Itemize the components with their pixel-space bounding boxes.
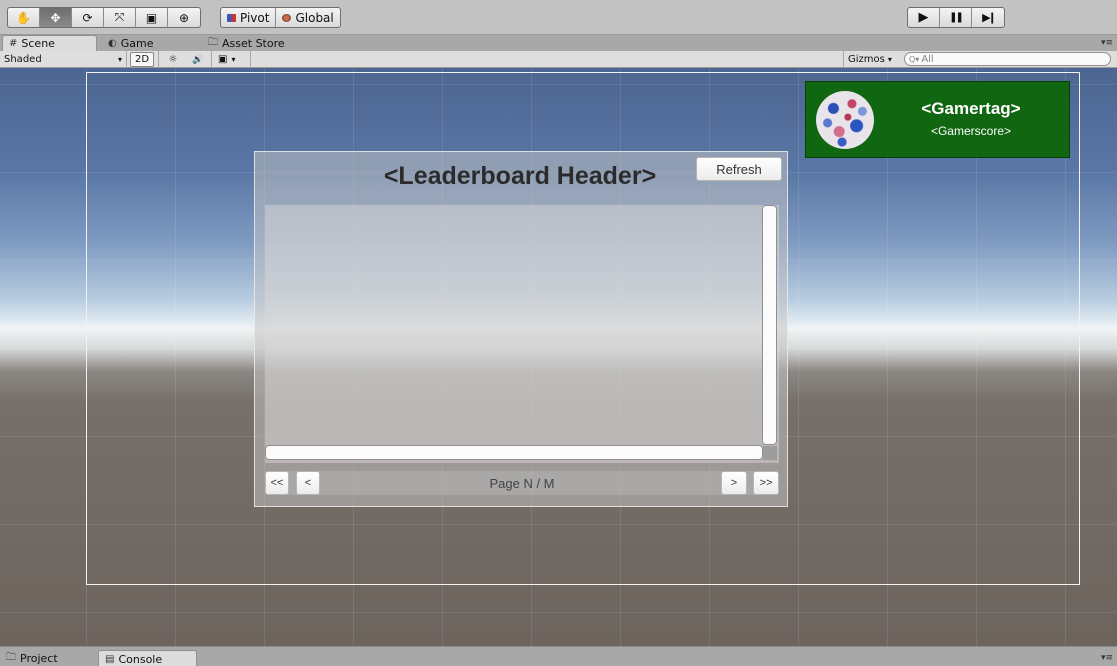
previous-page-button[interactable]: < — [296, 471, 320, 495]
scene-viewport[interactable]: <Leaderboard Header> Refresh Page N / M … — [0, 68, 1117, 646]
pause-icon: ❚❚ — [949, 12, 964, 23]
sun-icon: ☼ — [168, 54, 178, 65]
play-button[interactable]: ▶ — [908, 8, 940, 27]
panel-menu-icon[interactable]: ▾≡ — [1101, 653, 1113, 663]
2d-toggle-button[interactable]: 2D — [130, 52, 154, 67]
tab-asset-store-label: Asset Store — [222, 36, 285, 50]
dropdown-arrow-icon: ▾ — [887, 55, 892, 64]
next-page-button[interactable]: > — [721, 471, 747, 495]
editor-tabs: # Scene ◐ Game 🗀 Asset Store ▾≡ — [0, 35, 1117, 51]
transform-icon: ⊕ — [178, 10, 190, 25]
rotate-icon: ⟳ — [82, 10, 93, 25]
tab-scene[interactable]: # Scene — [2, 35, 97, 51]
tab-console[interactable]: ▤ Console — [98, 650, 197, 666]
divider — [843, 51, 844, 68]
vertical-scrollbar[interactable] — [762, 205, 777, 445]
pivot-label: Pivot — [240, 10, 270, 25]
move-icon: ✥ — [50, 10, 61, 25]
shading-mode-value: Shaded — [4, 54, 42, 65]
pivot-toggle-group: Pivot Global — [220, 7, 341, 28]
leaderboard-scroll-view[interactable] — [265, 205, 779, 463]
main-toolbar: ✋ ✥ ⟳ ⤧ ▣ ⊕ Pivot Global ▶ ❚❚ ▶❙ — [0, 0, 1117, 35]
lighting-toggle[interactable]: ☼ — [164, 52, 182, 67]
rect-tool-button[interactable]: ▣ — [136, 8, 168, 27]
hand-icon: ✋ — [16, 10, 31, 25]
transform-tool-button[interactable]: ⊕ — [168, 8, 200, 27]
divider — [211, 51, 212, 68]
leaderboard-panel[interactable]: <Leaderboard Header> Refresh Page N / M … — [254, 151, 788, 507]
pagination-bar: Page N / M << < > >> — [265, 471, 779, 495]
first-page-button[interactable]: << — [265, 471, 289, 495]
avatar — [816, 91, 874, 149]
image-icon: ▣ — [218, 54, 228, 65]
refresh-button[interactable]: Refresh — [696, 157, 782, 181]
pivot-icon — [227, 13, 236, 22]
rotate-tool-button[interactable]: ⟳ — [72, 8, 104, 27]
bottom-panel-tabs: 🗀 Project ▤ Console ▾≡ — [0, 646, 1117, 666]
effects-toggle[interactable]: ▣ ▾ — [218, 52, 248, 67]
search-placeholder: All — [921, 53, 934, 65]
tab-project-label: Project — [20, 652, 58, 665]
playback-controls: ▶ ❚❚ ▶❙ — [907, 7, 1005, 28]
gizmos-dropdown[interactable]: Gizmos ▾ — [848, 52, 898, 67]
gizmos-label: Gizmos — [848, 54, 885, 65]
globe-icon — [282, 13, 292, 22]
step-icon: ▶❙ — [982, 11, 997, 24]
rect-icon: ▣ — [145, 10, 158, 25]
scene-icon: # — [9, 38, 18, 49]
transform-tools: ✋ ✥ ⟳ ⤧ ▣ ⊕ — [7, 7, 201, 28]
last-page-button[interactable]: >> — [753, 471, 779, 495]
dropdown-arrow-icon: ▾ — [231, 55, 236, 64]
move-tool-button[interactable]: ✥ — [40, 8, 72, 27]
game-icon: ◐ — [108, 37, 117, 49]
page-indicator: Page N / M — [489, 475, 555, 491]
pause-button[interactable]: ❚❚ — [940, 8, 972, 27]
gamer-profile-panel[interactable]: <Gamertag> <Gamerscore> — [805, 81, 1070, 158]
hand-tool-button[interactable]: ✋ — [8, 8, 40, 27]
hierarchy-search-input[interactable]: Q▾ All — [904, 52, 1111, 66]
global-label: Global — [295, 10, 334, 25]
scrollbar-corner — [763, 446, 777, 460]
global-button[interactable]: Global — [276, 8, 339, 27]
tab-menu-icon[interactable]: ▾≡ — [1101, 38, 1113, 48]
console-icon: ▤ — [105, 653, 115, 665]
shading-mode-dropdown[interactable]: Shaded ▾ — [4, 52, 122, 67]
asset-store-icon: 🗀 — [208, 36, 218, 48]
step-button[interactable]: ▶❙ — [972, 8, 1004, 27]
scene-controls-bar: Shaded ▾ 2D ☼ 🔊 ▣ ▾ Gizmos ▾ Q▾ All — [0, 51, 1117, 68]
grid-line — [0, 612, 1117, 613]
speaker-icon: 🔊 — [192, 54, 204, 65]
search-icon: Q▾ — [909, 54, 920, 64]
tab-asset-store[interactable]: 🗀 Asset Store — [202, 35, 312, 51]
gamerscore-label: <Gamerscore> — [930, 124, 1012, 138]
horizontal-scrollbar[interactable] — [265, 445, 763, 460]
gamertag-label: <Gamertag> — [921, 99, 1021, 118]
divider — [250, 51, 251, 68]
pivot-button[interactable]: Pivot — [221, 8, 277, 27]
tab-game-label: Game — [120, 36, 154, 50]
audio-toggle[interactable]: 🔊 — [189, 52, 207, 67]
tab-project[interactable]: 🗀 Project — [0, 650, 90, 666]
play-icon: ▶ — [918, 10, 929, 25]
tab-game[interactable]: ◐ Game — [102, 35, 197, 51]
tab-scene-label: Scene — [21, 37, 55, 50]
divider — [126, 51, 127, 68]
scale-tool-button[interactable]: ⤧ — [104, 8, 136, 27]
dropdown-arrow-icon: ▾ — [117, 55, 122, 64]
tab-console-label: Console — [118, 652, 163, 666]
divider — [158, 51, 159, 68]
folder-icon: 🗀 — [6, 652, 16, 663]
scale-icon: ⤧ — [114, 10, 125, 24]
